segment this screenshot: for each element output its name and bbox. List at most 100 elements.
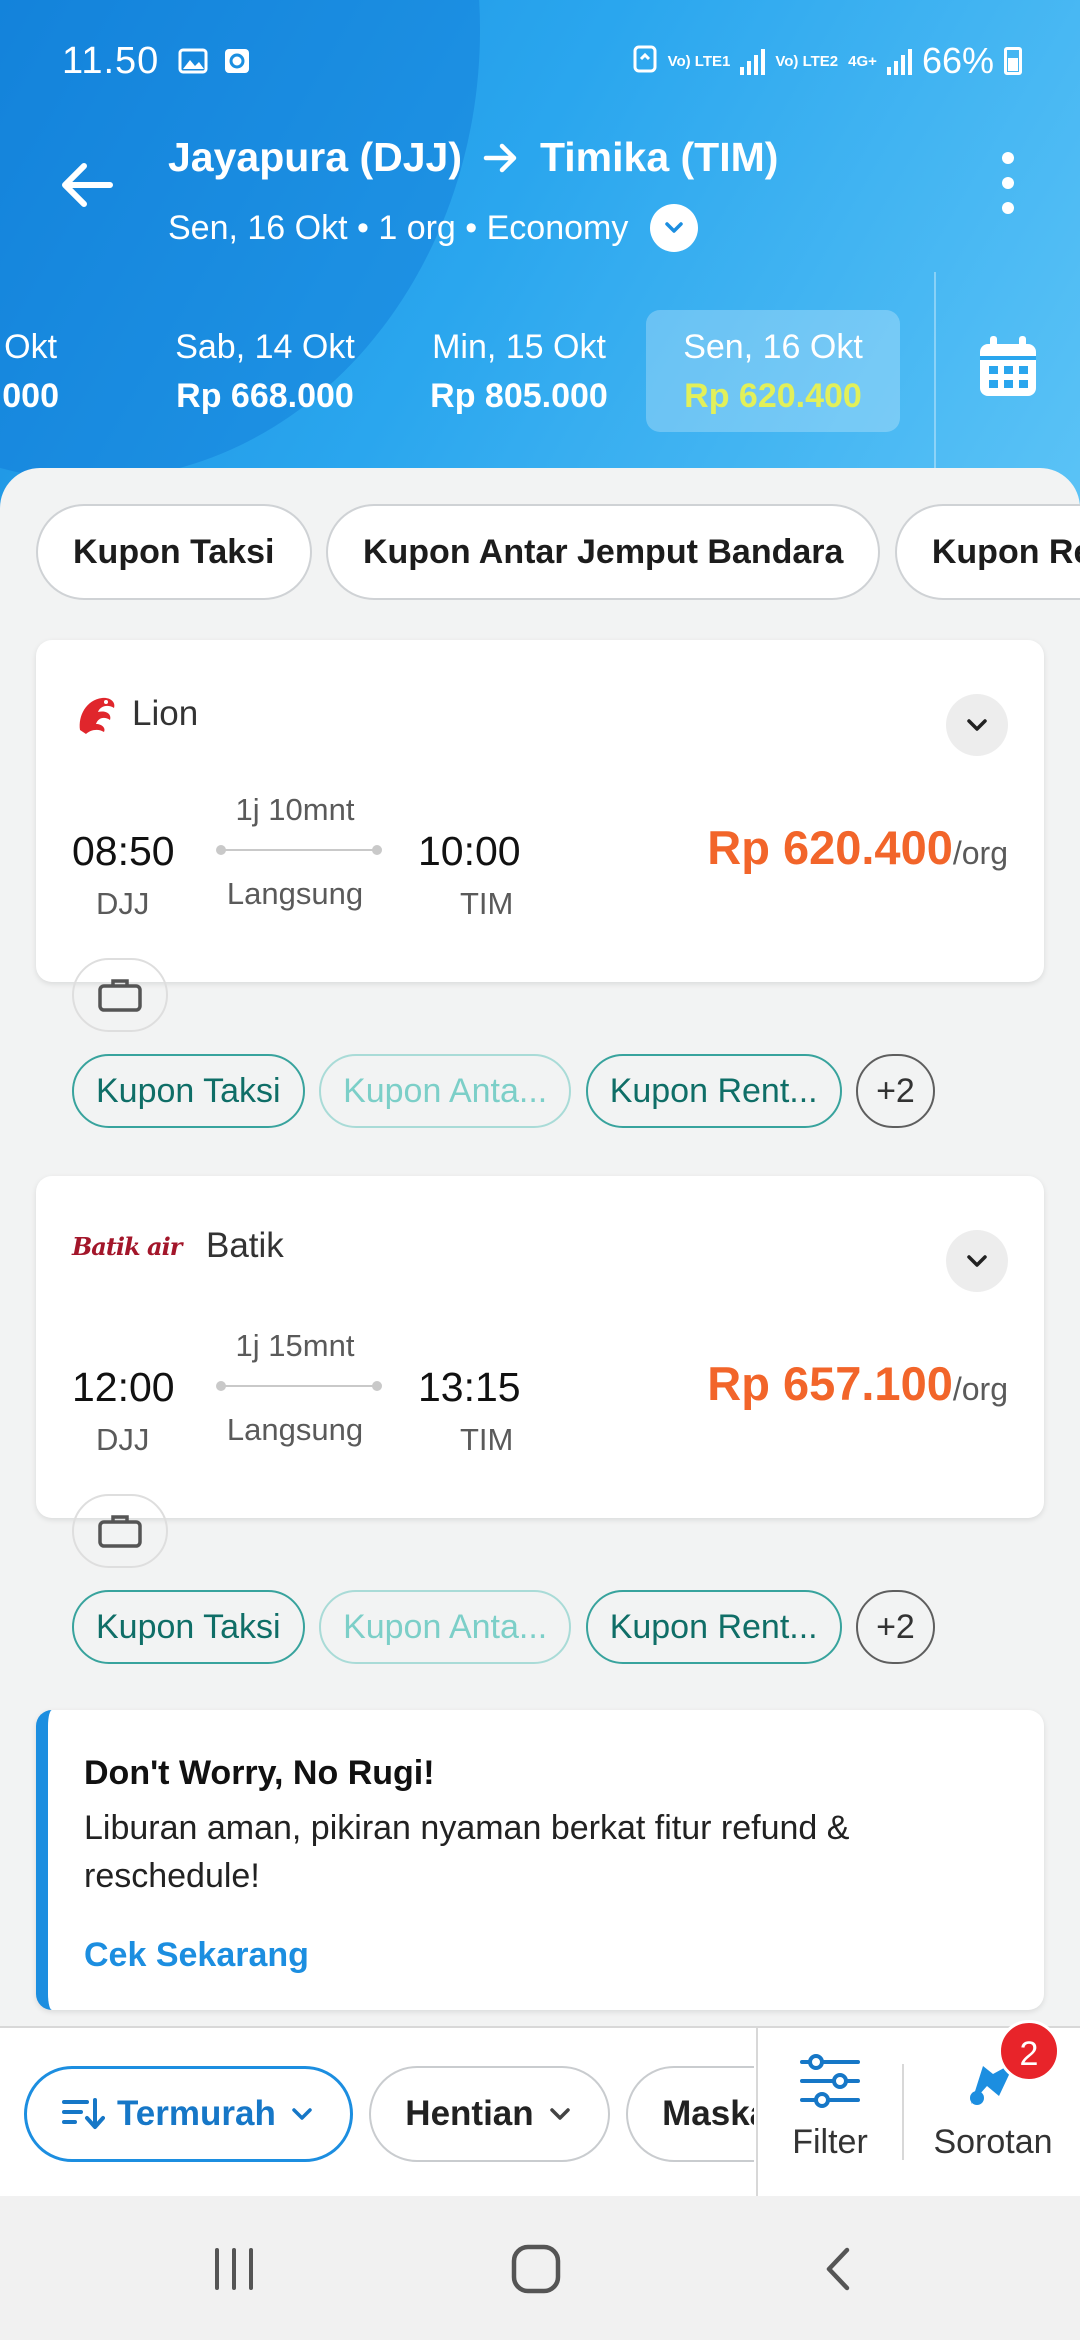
right-arrow-icon: [483, 143, 517, 172]
departure-time: 12:00: [72, 1364, 175, 1410]
coupon-filter-rental[interactable]: Kupon Ren: [894, 504, 1080, 600]
home-button[interactable]: [496, 2236, 576, 2302]
divider: [756, 2028, 758, 2198]
home-icon: [511, 2244, 561, 2294]
destination-city: Timika (TIM): [539, 134, 779, 180]
coupon-chip-rental[interactable]: Kupon Rent...: [585, 1590, 842, 1664]
date-item-16-selected[interactable]: Sen, 16 Okt Rp 620.400: [646, 310, 900, 432]
flight-card-batik[interactable]: Batik air Batik 12:00 DJJ 1j 15mnt Langs…: [36, 1176, 1044, 1664]
chevron-down-icon: [549, 2108, 570, 2120]
calendar-icon: [980, 336, 1036, 396]
sort-icon: [62, 2098, 105, 2129]
gallery-icon: [178, 46, 208, 76]
network-lte2: Vo) LTE2: [775, 52, 839, 70]
trip-subinfo: Sen, 16 Okt • 1 org • Economy: [168, 204, 699, 252]
signal-icon: [886, 47, 912, 75]
baggage-icon: [98, 1515, 142, 1548]
bottom-filter-bar: Termurah Hentian Maska Filter Sorotan: [0, 2026, 1080, 2198]
departure-code: DJJ: [96, 1422, 150, 1457]
expand-details-button[interactable]: [946, 694, 1008, 756]
coupon-chip-more[interactable]: +2: [856, 1590, 935, 1664]
flight-price: Rp 620.400/org: [707, 821, 1008, 874]
batik-air-logo: Batik air: [72, 1231, 182, 1261]
recents-button[interactable]: [194, 2236, 274, 2302]
flight-card-lion[interactable]: Lion 08:50 DJJ 1j 10mnt Langsung 10:00 T…: [36, 640, 1044, 1128]
flight-duration: 1j 15mnt: [235, 1328, 355, 1363]
chevron-down-icon: [665, 222, 684, 233]
airline-info: Batik air Batik: [72, 1226, 284, 1266]
lion-air-logo-icon: [79, 697, 115, 734]
filter-button[interactable]: Filter: [770, 2052, 890, 2192]
arrival-time: 13:15: [418, 1364, 521, 1410]
divider: [902, 2064, 904, 2160]
airline-filter-button[interactable]: Maska: [626, 2066, 754, 2162]
route-title: Jayapura (DJJ) Timika (TIM): [168, 134, 778, 181]
chevron-down-icon: [967, 719, 987, 731]
route-line: [216, 845, 382, 855]
expand-details-button[interactable]: [946, 1230, 1008, 1292]
sorotan-badge: 2: [998, 2020, 1060, 2082]
promo-link[interactable]: Cek Sekarang: [84, 1936, 309, 1975]
stops-label: Langsung: [226, 1412, 364, 1447]
flight-coupons: Kupon Taksi Kupon Anta... Kupon Rent... …: [72, 1054, 945, 1128]
arrival-code: TIM: [460, 1422, 514, 1457]
baggage-icon: [98, 979, 142, 1012]
baggage-badge: [72, 1494, 168, 1568]
flight-price: Rp 657.100/org: [707, 1357, 1008, 1410]
system-nav-bar: [0, 2196, 1080, 2340]
back-button[interactable]: [52, 150, 122, 220]
stops-label: Langsung: [226, 876, 364, 911]
stops-filter-button[interactable]: Hentian: [369, 2066, 610, 2162]
route-line: [216, 1381, 382, 1391]
coupon-chip-taksi[interactable]: Kupon Taksi: [72, 1054, 305, 1128]
promo-banner: Don't Worry, No Rugi! Liburan aman, piki…: [36, 1710, 1044, 2010]
nav-back-button[interactable]: [800, 2236, 880, 2302]
airline-name: Batik: [206, 1226, 284, 1265]
promo-description: Liburan aman, pikiran nyaman berkat fitu…: [84, 1809, 850, 1895]
airline-info: Lion: [72, 690, 198, 738]
notification-icons: [178, 46, 252, 76]
departure-code: DJJ: [96, 886, 150, 921]
chevron-down-icon: [292, 2108, 312, 2120]
network-lte1: Vo) LTE1: [667, 52, 731, 70]
date-item-15[interactable]: Min, 15 Okt Rp 805.000: [392, 310, 646, 432]
trip-details: Sen, 16 Okt • 1 org • Economy: [168, 208, 629, 247]
coupon-chip-more[interactable]: +2: [856, 1054, 935, 1128]
arrival-time: 10:00: [418, 828, 521, 874]
back-arrow-icon: [62, 163, 113, 207]
baggage-badge: [72, 958, 168, 1032]
status-right: Vo) LTE1 Vo) LTE2 4G+ 66%: [632, 40, 1022, 82]
calendar-button[interactable]: [976, 334, 1040, 400]
coupon-filter-antar-jemput[interactable]: Kupon Antar Jemput Bandara: [325, 504, 881, 600]
origin-city: Jayapura (DJJ): [168, 134, 462, 180]
sort-cheapest-button[interactable]: Termurah: [24, 2066, 353, 2162]
flight-coupons: Kupon Taksi Kupon Anta... Kupon Rent... …: [72, 1590, 945, 1664]
coupon-chip-antar[interactable]: Kupon Anta...: [319, 1590, 572, 1664]
arrival-code: TIM: [460, 886, 514, 921]
status-bar: 11.50 Vo) LTE1 Vo) LTE2 4G+ 66%: [0, 0, 1080, 130]
data-saver-icon: [632, 40, 658, 82]
date-item-13[interactable]: 13 Okt 05.000: [0, 310, 134, 432]
signal-icon: [740, 47, 766, 75]
coupon-chip-taksi[interactable]: Kupon Taksi: [72, 1590, 305, 1664]
coupon-chip-antar[interactable]: Kupon Anta...: [319, 1054, 572, 1128]
coupon-filter-taksi[interactable]: Kupon Taksi: [36, 504, 312, 600]
nav-back-icon: [826, 2247, 850, 2291]
departure-time: 08:50: [72, 828, 175, 874]
battery-percent: 66%: [921, 40, 994, 81]
more-options-button[interactable]: [996, 152, 1020, 214]
network-4g: 4G+: [848, 52, 877, 70]
recents-icon: [215, 2248, 253, 2290]
filter-sliders-icon: [800, 2054, 860, 2108]
coupon-chip-rental[interactable]: Kupon Rent...: [585, 1054, 842, 1128]
change-search-button[interactable]: [650, 204, 699, 252]
chevron-down-icon: [967, 1255, 987, 1267]
date-item-14[interactable]: Sab, 14 Okt Rp 668.000: [138, 310, 392, 432]
promo-title: Don't Worry, No Rugi!: [84, 1754, 435, 1792]
airline-name: Lion: [132, 694, 199, 733]
header: 11.50 Vo) LTE1 Vo) LTE2 4G+ 66% Jayapura…: [0, 0, 1080, 520]
divider: [934, 272, 936, 468]
status-time: 11.50: [62, 40, 160, 82]
date-selector: 13 Okt 05.000 Sab, 14 Okt Rp 668.000 Min…: [0, 310, 930, 440]
battery-icon: [1004, 47, 1022, 75]
